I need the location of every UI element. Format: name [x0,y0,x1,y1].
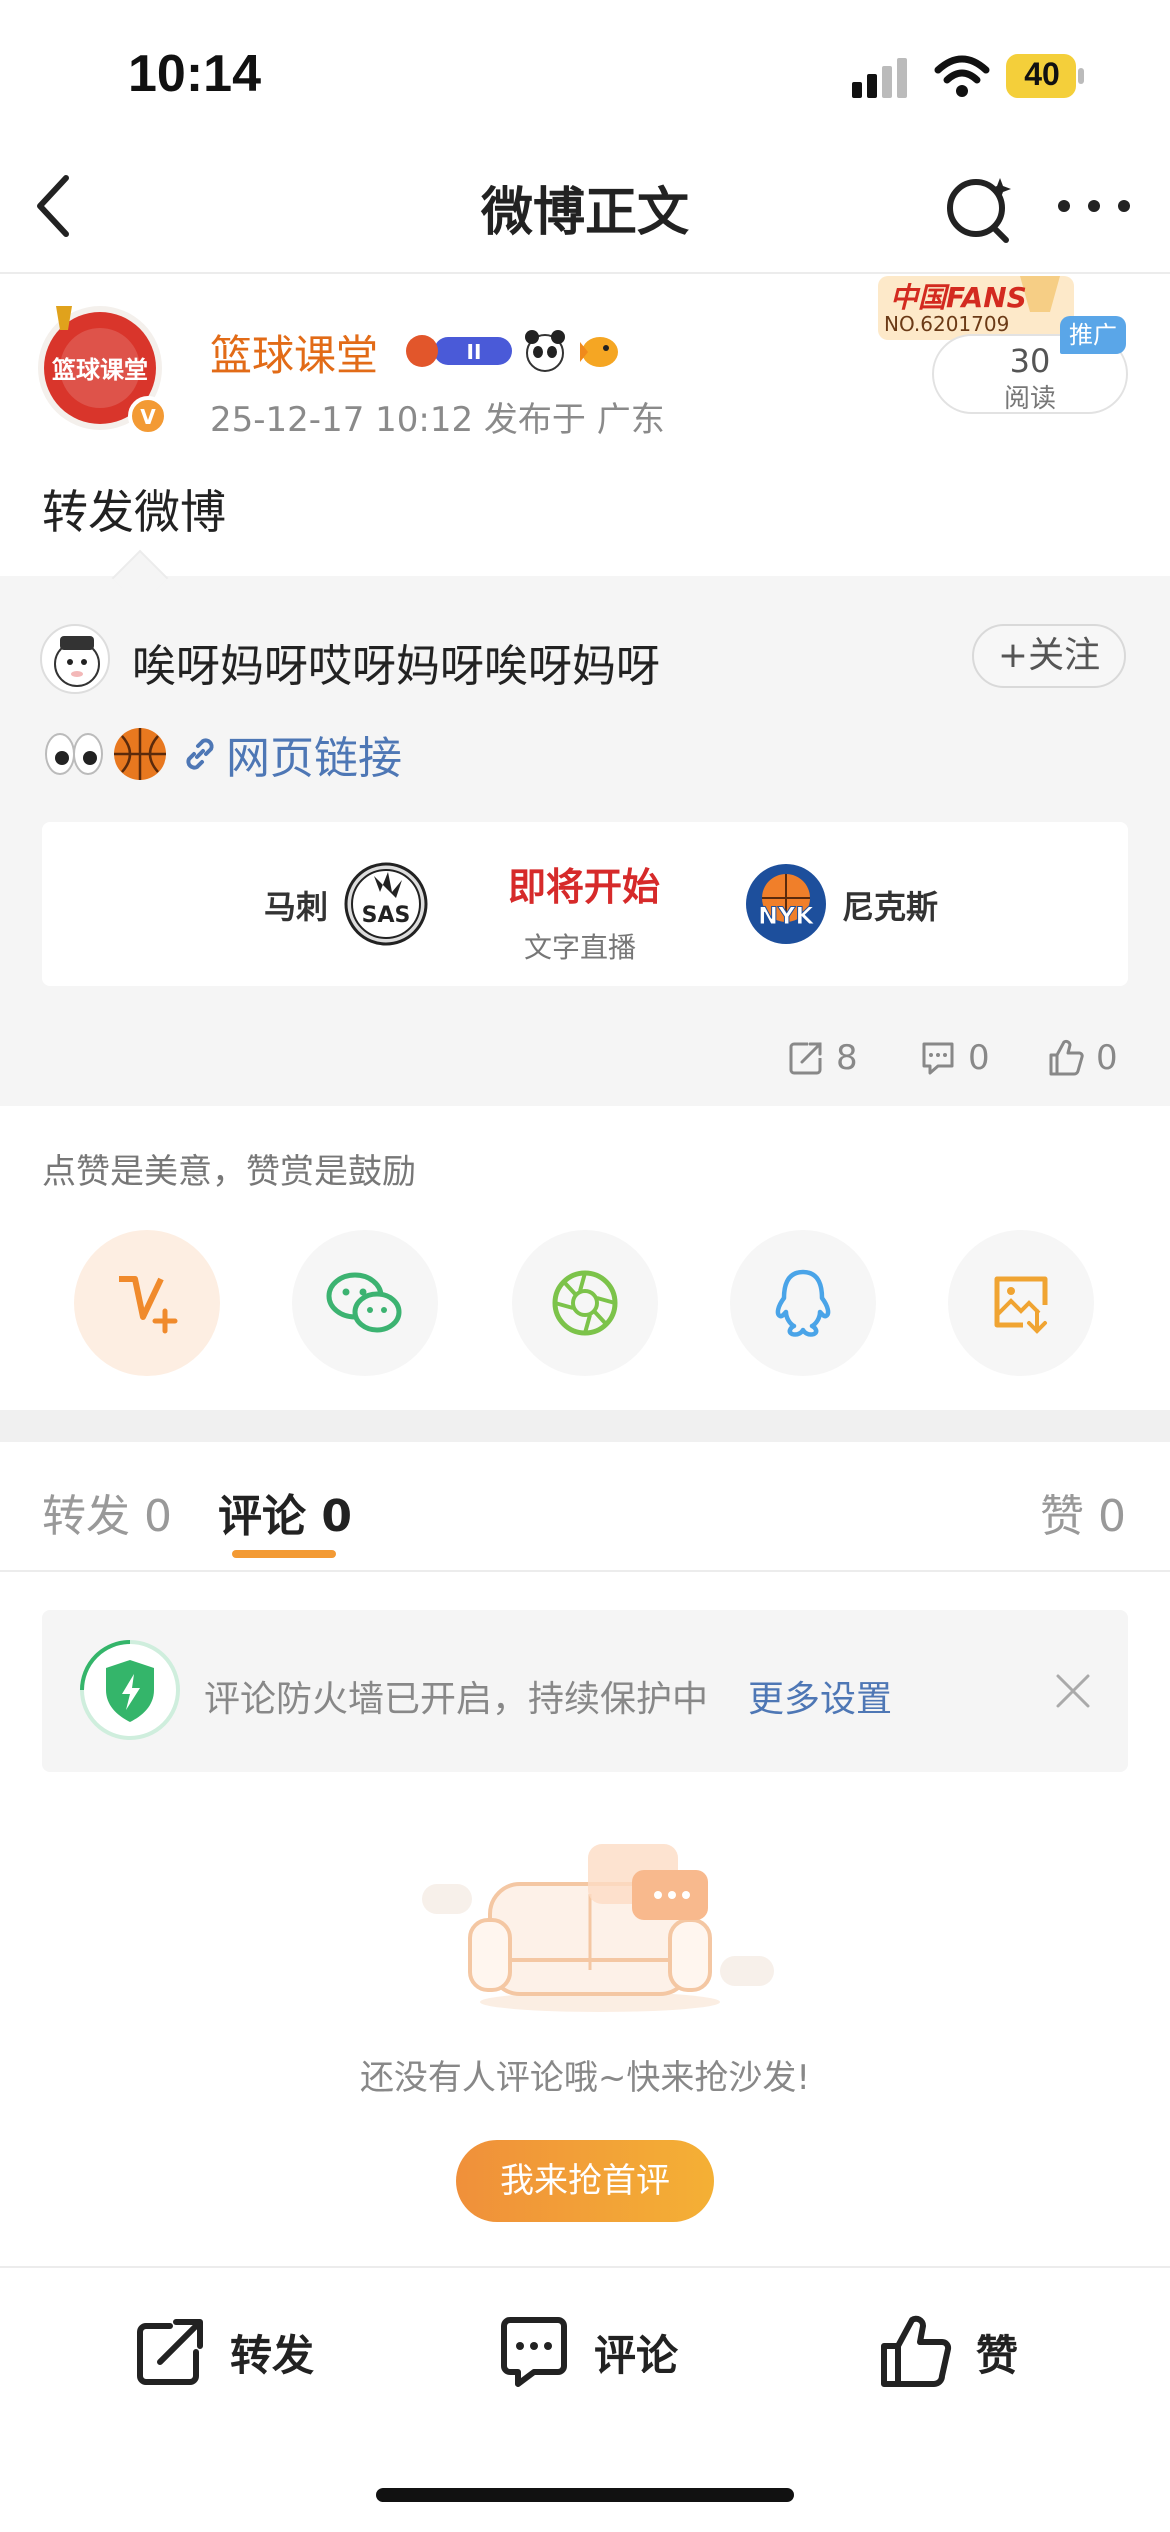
vplus-reward-button[interactable] [74,1230,220,1376]
shield-icon [80,1640,180,1740]
empty-comments-text: 还没有人评论哦~快来抢沙发! [359,2058,811,2098]
vplus-icon [119,1276,178,1334]
author-avatar[interactable]: 篮球课堂 V [36,296,166,436]
team-right-name: 尼克斯 [842,888,939,926]
home-indicator [376,2488,794,2502]
panda-icon [525,330,565,372]
retweet-user-name[interactable]: 唉呀妈呀哎呀妈呀唉呀妈呀 [132,630,660,694]
knicks-logo-text: NYK [758,902,815,930]
firewall-text: 评论防火墙已开启，持续保护中 [204,1679,709,1720]
comment-label: 评论 [594,2330,679,2380]
first-comment-button[interactable]: 我来抢首评 [456,2140,714,2222]
tabs-divider [0,1570,1170,1572]
author-badges: II [404,326,622,376]
wechat-icon [326,1272,402,1333]
svg-text:篮球课堂: 篮球课堂 [51,356,148,384]
like-count: 0 [1096,1038,1118,1078]
match-sub: 文字直播 [524,931,637,964]
follow-button[interactable]: +关注 [972,624,1126,688]
spurs-logo-text: SAS [362,903,411,928]
comment-icon [501,2317,567,2387]
battery-indicator: 40 [1006,52,1086,100]
svg-text:II: II [467,340,482,364]
tab-like[interactable]: 赞 0 [1040,1480,1126,1544]
dragon-level-badge-icon: II [406,335,512,367]
knicks-logo: NYK [746,864,826,944]
author-name[interactable]: 篮球课堂 [210,322,378,383]
post-text: 转发微博 [42,485,226,539]
battery-level: 40 [1024,56,1060,92]
comment-icon [922,1042,954,1075]
wifi-icon [934,55,990,97]
retweet-repost-stat[interactable]: 8 [786,1034,858,1082]
tab-comment-label: 评论 [218,1491,306,1542]
match-status: 即将开始 [508,865,661,909]
web-link[interactable]: 网页链接 [226,722,402,786]
empty-sofa-illustration [422,1844,774,2012]
close-icon[interactable] [1052,1670,1094,1712]
promo-tag: 推广 [1060,316,1126,354]
basketball-emoji-icon [114,728,166,780]
status-time: 10:14 [128,45,261,103]
qq-share-button[interactable] [730,1230,876,1376]
moments-icon [552,1270,618,1336]
tab-comment[interactable]: 评论 0 [218,1480,352,1544]
retweet-like-stat[interactable]: 0 [1046,1034,1118,1082]
tab-like-label: 赞 [1040,1491,1084,1542]
active-tab-indicator [232,1550,336,1558]
repost-button[interactable]: 转发 [130,2312,314,2392]
more-options-icon[interactable] [1054,196,1134,216]
like-button[interactable]: 赞 [876,2312,1018,2392]
more-settings-link[interactable]: 更多设置 [748,1670,892,1722]
fans-badge-title: 中国FANS [890,281,1027,314]
repost-count: 8 [836,1038,858,1078]
wechat-share-button[interactable] [292,1230,438,1376]
tab-repost[interactable]: 转发 0 [42,1480,172,1544]
comment-count: 0 [968,1038,990,1078]
post-meta: 25-12-17 10:12 发布于 广东 [210,400,665,440]
retweet-comment-stat[interactable]: 0 [918,1034,990,1082]
link-icon [186,738,214,770]
like-label: 赞 [976,2330,1019,2380]
fans-badge-number: NO.6201709 [884,312,1010,336]
repost-label: 转发 [230,2330,315,2380]
qq-icon [775,1269,831,1337]
team-left-name: 马刺 [264,888,329,926]
fish-icon [580,337,618,367]
retweet-content: 网页链接 [42,724,402,784]
tab-like-count: 0 [1098,1491,1126,1542]
spurs-logo: SAS [344,862,428,946]
svg-text:V: V [140,405,156,429]
read-label: 阅读 [1003,384,1056,414]
like-icon [881,2315,952,2387]
section-separator [0,1410,1170,1442]
save-image-button[interactable] [948,1230,1094,1376]
moments-share-button[interactable] [512,1230,658,1376]
cellular-signal-icon [852,58,907,98]
share-row [0,1230,1170,1380]
save-image-icon [994,1276,1048,1334]
comment-button[interactable]: 评论 [494,2312,678,2392]
retweet-user-avatar[interactable] [40,624,110,694]
tab-repost-count: 0 [144,1491,172,1542]
repost-icon [137,2319,203,2385]
tab-comment-count: 0 [321,1491,352,1542]
repost-icon [789,1042,822,1075]
tab-repost-label: 转发 [42,1491,130,1542]
reward-text: 点赞是美意，赞赏是鼓励 [42,1152,416,1192]
search-icon[interactable] [944,172,1016,244]
eyes-emoji-icon [45,733,103,775]
like-icon [1049,1039,1084,1076]
